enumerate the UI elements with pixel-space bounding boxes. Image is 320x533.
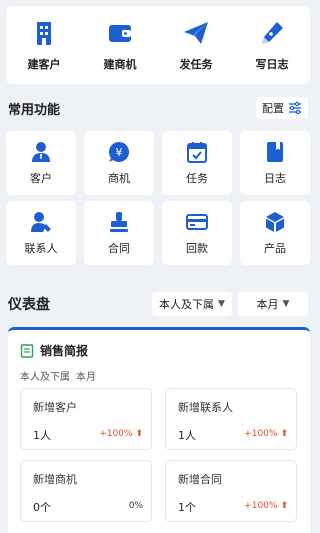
sales-report-period: 本月 — [76, 372, 96, 383]
stat-new-contracts[interactable]: 新增合同 1个 +100% ⬆ — [165, 460, 297, 522]
wallet-icon — [109, 25, 131, 42]
stat-change: 0% — [129, 501, 143, 511]
stat-change-value: 0% — [128, 501, 143, 511]
stat-new-contacts[interactable]: 新增联系人 1人 +100% ⬆ — [165, 388, 297, 450]
tile-log[interactable]: 日志 — [240, 131, 310, 195]
period-dropdown-value: 本月 — [256, 298, 279, 311]
stat-change-value: +100% — [244, 501, 278, 511]
common-functions-grid: 客户 ¥ 商机 任务 日志 联系人 合同 回款 产品 — [6, 131, 310, 265]
yen-bubble-icon: ¥ — [109, 142, 129, 162]
stat-name: 新增合同 — [178, 473, 222, 486]
dashboard-header: 仪表盘 本人及下属 ▼ 本月 ▼ — [8, 291, 308, 317]
create-customer-label: 建客户 — [27, 58, 61, 71]
stat-new-customers[interactable]: 新增客户 1人 +100% ⬆ — [20, 388, 152, 450]
tile-customer[interactable]: 客户 — [6, 131, 76, 195]
stat-change: +100% ⬆ — [244, 501, 288, 511]
chevron-down-icon: ▼ — [218, 299, 225, 309]
scope-dropdown-value: 本人及下属 — [159, 298, 215, 311]
write-log-button[interactable]: 写日志 — [237, 18, 307, 72]
arrow-up-icon: ⬆ — [280, 429, 288, 439]
cube-icon — [266, 212, 284, 232]
tile-contact[interactable]: 联系人 — [6, 201, 76, 265]
tile-customer-label: 客户 — [30, 172, 52, 185]
stat-change: +100% ⬆ — [244, 429, 288, 439]
report-icon — [20, 343, 34, 358]
dashboard-title: 仪表盘 — [8, 297, 50, 313]
calendar-check-icon — [187, 142, 207, 163]
tile-contract-label: 合同 — [108, 242, 130, 255]
stat-name: 新增联系人 — [178, 401, 233, 414]
stat-change: +100% ⬆ — [99, 429, 143, 439]
tile-task-label: 任务 — [186, 172, 208, 185]
building-icon — [37, 22, 51, 45]
send-task-label: 发任务 — [179, 58, 213, 71]
tile-product[interactable]: 产品 — [240, 201, 310, 265]
paper-plane-icon — [184, 22, 208, 44]
stat-value: 1人 — [178, 429, 196, 442]
arrow-up-icon: ⬆ — [280, 501, 288, 511]
stat-value: 1人 — [33, 429, 51, 442]
sales-report-scope: 本人及下属 — [20, 372, 70, 383]
tile-task[interactable]: 任务 — [162, 131, 232, 195]
send-task-button[interactable]: 发任务 — [161, 18, 231, 72]
tile-product-label: 产品 — [264, 242, 286, 255]
tile-opportunity-label: 商机 — [108, 172, 130, 185]
stat-change-value: +100% — [99, 429, 133, 439]
period-dropdown[interactable]: 本月 ▼ — [238, 292, 308, 316]
sliders-icon — [289, 101, 301, 115]
sales-report-filter: 本人及下属 本月 — [20, 368, 102, 383]
config-button[interactable]: 配置 — [256, 97, 308, 119]
tile-contact-label: 联系人 — [24, 242, 58, 255]
stat-value: 0个 — [33, 501, 51, 514]
tile-contract[interactable]: 合同 — [84, 201, 154, 265]
tile-opportunity[interactable]: ¥ 商机 — [84, 131, 154, 195]
stamp-icon — [110, 212, 128, 232]
stat-name: 新增客户 — [33, 401, 77, 414]
common-functions-title: 常用功能 — [8, 102, 61, 118]
notebook-icon — [267, 142, 283, 162]
stat-change-value: +100% — [244, 429, 278, 439]
common-functions-header: 常用功能 配置 — [8, 96, 308, 120]
pen-icon — [262, 22, 283, 44]
create-opportunity-button[interactable]: 建商机 — [85, 18, 155, 72]
config-label: 配置 — [262, 102, 284, 115]
write-log-label: 写日志 — [255, 58, 289, 71]
tile-log-label: 日志 — [264, 172, 286, 185]
sales-report-header: 销售简报 — [20, 342, 88, 359]
chevron-down-icon: ▼ — [282, 299, 290, 309]
svg-text:¥: ¥ — [116, 146, 123, 159]
tile-payment[interactable]: 回款 — [162, 201, 232, 265]
card-icon — [186, 214, 208, 230]
sales-report-card: 销售简报 本人及下属 本月 新增客户 1人 +100% ⬆ 新增联系人 1人 +10… — [8, 327, 310, 533]
stat-value: 1个 — [178, 501, 196, 514]
create-customer-button[interactable]: 建客户 — [9, 18, 79, 72]
sales-report-title: 销售简报 — [40, 344, 89, 358]
create-opportunity-label: 建商机 — [103, 58, 137, 71]
scope-dropdown[interactable]: 本人及下属 ▼ — [152, 292, 232, 316]
person-icon — [32, 142, 50, 162]
tile-payment-label: 回款 — [186, 242, 208, 255]
quick-actions-bar: 建客户 建商机 发任务 写日志 — [6, 6, 310, 84]
contact-icon — [31, 212, 51, 232]
stat-name: 新增商机 — [33, 473, 77, 486]
stat-new-opportunities[interactable]: 新增商机 0个 0% — [20, 460, 152, 522]
arrow-up-icon: ⬆ — [135, 429, 143, 439]
